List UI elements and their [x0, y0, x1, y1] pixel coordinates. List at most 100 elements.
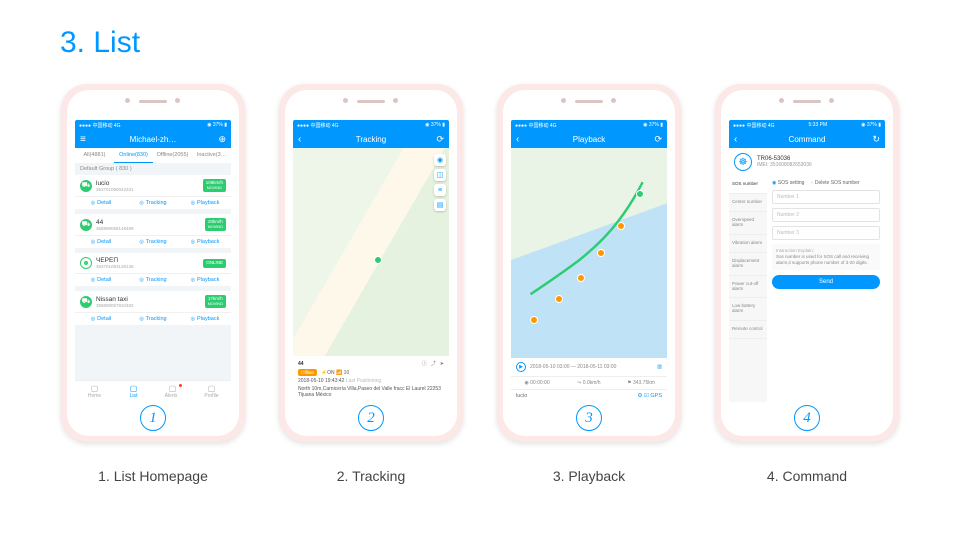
- car-icon: ⛟: [80, 219, 92, 231]
- screen-tracking: ●●●● 中国移动 4G◉ 37% ▮ ‹ Tracking ⟳ ◉ ◫ ≡ ▤: [293, 120, 449, 402]
- sidebar-item-lowbatt[interactable]: Low battery alarm: [729, 298, 767, 321]
- detail-button[interactable]: Detail: [75, 274, 127, 286]
- options-icon[interactable]: ⟳: [654, 134, 662, 145]
- route-start: [636, 190, 644, 198]
- offline-badge: Offline: [298, 369, 317, 376]
- list-item[interactable]: ⛟ 44358899058149489 20km/hMOVING Detail …: [75, 214, 231, 248]
- map-controls: ◉ ◫ ≡ ▤: [434, 154, 446, 211]
- header-list: ≡ Michael-zh… ⊕: [75, 130, 231, 148]
- back-icon[interactable]: ‹: [734, 134, 737, 145]
- sidebar-item-vibration[interactable]: Vibration alarm: [729, 235, 767, 253]
- status-toggles: ⚡ON 📶 10: [321, 370, 349, 376]
- status-bar: ●●●● 中国移动 4G◉ 37% ▮: [75, 120, 231, 130]
- add-icon[interactable]: ⊕: [218, 134, 226, 145]
- route-line: [511, 148, 667, 324]
- instruction-note: Instruction Explain: Sos number is used …: [772, 244, 880, 270]
- share-icon[interactable]: ⤴: [431, 360, 436, 367]
- home-button-2[interactable]: 2: [358, 405, 384, 431]
- history-icon[interactable]: ↻: [872, 134, 880, 145]
- car-icon: ⛟: [80, 180, 92, 192]
- phone-frame-1: ●●●● 中国移动 4G◉ 37% ▮ ≡ Michael-zh… ⊕ All(…: [61, 84, 245, 442]
- playback-button[interactable]: Playback: [179, 197, 231, 209]
- tab-online[interactable]: Online(830): [114, 148, 153, 163]
- sidebar-item-remote[interactable]: Remote control: [729, 321, 767, 339]
- map-pin[interactable]: [374, 256, 382, 264]
- home-button-3[interactable]: 3: [576, 405, 602, 431]
- playback-button[interactable]: Playback: [179, 313, 231, 325]
- locate-icon[interactable]: ◉: [434, 154, 446, 166]
- route-point: [555, 295, 563, 303]
- route-point: [530, 316, 538, 324]
- screen-playback: ●●●● 中国移动 4G◉ 37% ▮ ‹ Playback ⟳: [511, 120, 667, 402]
- stat-speed: ⤳ 0.0km/h: [563, 380, 615, 386]
- home-button-4[interactable]: 4: [794, 405, 820, 431]
- list-item[interactable]: ⛟ Nissan taxi358899057810482 17km/hMOVIN…: [75, 291, 231, 325]
- map-view[interactable]: ◉ ◫ ≡ ▤: [293, 148, 449, 356]
- back-icon[interactable]: ‹: [298, 134, 301, 145]
- caption-4: 4. Command: [767, 468, 847, 484]
- tab-all[interactable]: All(4881): [75, 148, 114, 163]
- header-title: Michael-zh…: [130, 135, 177, 144]
- home-button-1[interactable]: 1: [140, 405, 166, 431]
- detail-button[interactable]: Detail: [75, 197, 127, 209]
- tab-offline[interactable]: Offline(2055): [153, 148, 192, 163]
- header-title: Tracking: [356, 135, 386, 144]
- steering-icon: ☸: [734, 153, 752, 171]
- play-button[interactable]: ▶: [516, 362, 526, 372]
- street-icon[interactable]: ▤: [434, 199, 446, 211]
- nav-alerts[interactable]: Alerts: [153, 381, 192, 402]
- tracking-info-panel: 44 ⓘ ⤴ ➤ Offline ⚡ON 📶 10 2018-05-10 19:…: [293, 356, 449, 402]
- tracking-button[interactable]: Tracking: [127, 313, 179, 325]
- gps-toggle[interactable]: ⚙ ☑ GPS: [637, 393, 662, 399]
- group-header[interactable]: Default Group ( 830 ): [75, 163, 231, 175]
- tracking-button[interactable]: Tracking: [127, 197, 179, 209]
- screen-command: ●●●● 中国移动 4G5:33 PM◉ 37% ▮ ‹ Command ↻ ☸…: [729, 120, 885, 402]
- list-item[interactable]: ⛟ lucio353701090042331 108km/hMOVING Det…: [75, 175, 231, 209]
- header-title: Playback: [573, 135, 605, 144]
- layers-icon[interactable]: ◫: [434, 169, 446, 181]
- back-icon[interactable]: ‹: [516, 134, 519, 145]
- nav-home[interactable]: Home: [75, 381, 114, 402]
- sidebar-item-powercut[interactable]: Power cut-off alarm: [729, 276, 767, 299]
- playback-controls: ▶ 2018-05-10 03:00 — 2018-05-11 03:00 ▥ …: [511, 358, 667, 402]
- send-button[interactable]: Send: [772, 275, 880, 289]
- car-icon: ⛟: [80, 296, 92, 308]
- nav-profile[interactable]: Profile: [192, 381, 231, 402]
- sidebar-item-overspeed[interactable]: Overspeed alarm: [729, 212, 767, 235]
- command-form: SOS setting Delete SOS number Number 1 N…: [767, 176, 885, 402]
- menu-icon[interactable]: ≡: [80, 134, 86, 145]
- radio-delete-sos[interactable]: Delete SOS number: [810, 180, 859, 186]
- refresh-icon[interactable]: ⟳: [436, 134, 444, 145]
- time-range[interactable]: 2018-05-10 03:00 — 2018-05-11 03:00: [530, 364, 616, 370]
- calendar-icon[interactable]: ▥: [657, 364, 662, 370]
- last-position-time: 2018-05-10 19:43:42 Last Positioning: [298, 378, 444, 384]
- detail-button[interactable]: Detail: [75, 313, 127, 325]
- tracking-button[interactable]: Tracking: [127, 274, 179, 286]
- tracking-button[interactable]: Tracking: [127, 236, 179, 248]
- nav-list[interactable]: List: [114, 381, 153, 402]
- person-icon: ☻: [80, 257, 92, 269]
- playback-button[interactable]: Playback: [179, 236, 231, 248]
- nav-icon[interactable]: ➤: [440, 361, 444, 367]
- number-2-input[interactable]: Number 2: [772, 208, 880, 222]
- bottom-nav: Home List Alerts Profile: [75, 380, 231, 402]
- route-point: [617, 222, 625, 230]
- caption-2: 2. Tracking: [337, 468, 405, 484]
- sidebar-item-displacement[interactable]: Displacement alarm: [729, 253, 767, 276]
- sidebar-item-sos[interactable]: SOS number: [729, 176, 767, 194]
- device-header: ☸ TR06-53036IMEI: 351608082653036: [729, 148, 885, 176]
- route-point: [597, 249, 605, 257]
- radio-sos-setting[interactable]: SOS setting: [772, 180, 804, 186]
- item-name: lucio353701090042331: [96, 180, 199, 192]
- sidebar-item-center[interactable]: Center number: [729, 194, 767, 212]
- traffic-icon[interactable]: ≡: [434, 184, 446, 196]
- number-1-input[interactable]: Number 1: [772, 190, 880, 204]
- playback-button[interactable]: Playback: [179, 274, 231, 286]
- detail-button[interactable]: Detail: [75, 236, 127, 248]
- info-icon[interactable]: ⓘ: [422, 360, 427, 367]
- list-item[interactable]: ☻ ЧЕРЕП353701093128136 ONLINE Detail Tra…: [75, 253, 231, 286]
- map-view[interactable]: [511, 148, 667, 358]
- route-point: [577, 274, 585, 282]
- number-3-input[interactable]: Number 3: [772, 226, 880, 240]
- tab-inactive[interactable]: Inactive(3…: [192, 148, 231, 163]
